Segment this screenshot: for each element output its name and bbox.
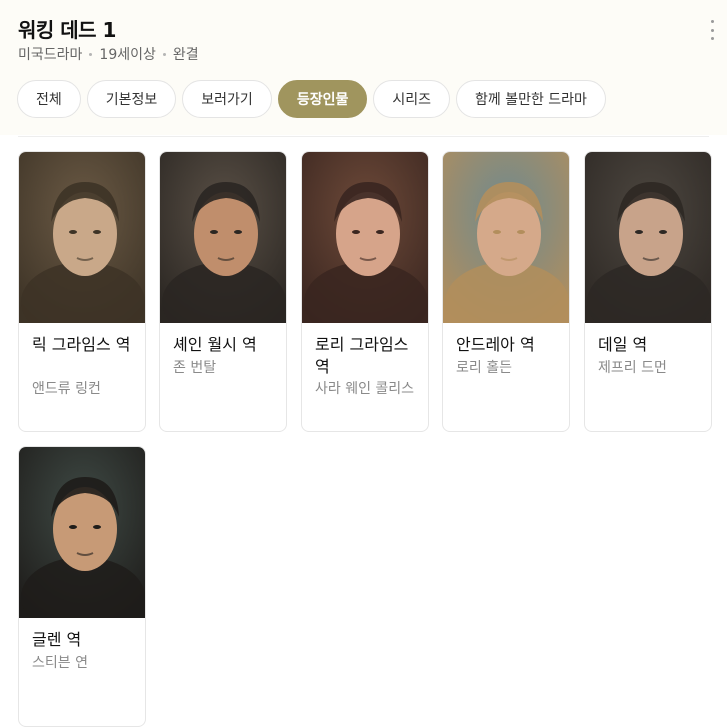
cast-photo — [443, 152, 569, 323]
cast-photo — [19, 152, 145, 323]
tab-related-dramas[interactable]: 함께 볼만한 드라마 — [456, 80, 606, 118]
meta-separator — [89, 52, 93, 56]
cast-photo — [160, 152, 286, 323]
cast-card[interactable]: 릭 그라임스 역 앤드류 링컨 — [18, 151, 146, 432]
meta-status: 완결 — [172, 47, 199, 63]
more-options-icon[interactable] — [709, 20, 715, 40]
cast-photo — [19, 447, 145, 618]
cast-actor: 로리 홀든 — [456, 360, 512, 376]
divider — [18, 136, 709, 137]
tab-all[interactable]: 전체 — [17, 80, 81, 118]
cast-actor: 사라 웨인 콜리스 — [315, 381, 415, 397]
tab-series[interactable]: 시리즈 — [373, 80, 450, 118]
meta-separator — [162, 52, 166, 56]
cast-card[interactable]: 로리 그라임스 역 사라 웨인 콜리스 — [301, 151, 429, 432]
cast-role: 릭 그라임스 역 — [32, 335, 131, 354]
tab-basic-info[interactable]: 기본정보 — [86, 80, 177, 118]
cast-card[interactable]: 셰인 월시 역 존 번탈 — [159, 151, 287, 432]
cast-actor: 제프리 드먼 — [598, 360, 667, 376]
cast-card[interactable]: 안드레아 역 로리 홀든 — [442, 151, 570, 432]
drama-header: 워킹 데드 1 미국드라마 19세이상 완결 전체 기본정보 보러가기 등장인물… — [0, 0, 727, 135]
cast-role: 셰인 월시 역 — [173, 335, 257, 354]
cast-role: 데일 역 — [598, 335, 648, 354]
cast-photo — [302, 152, 428, 323]
tab-watch[interactable]: 보러가기 — [182, 80, 272, 118]
tab-cast[interactable]: 등장인물 — [277, 80, 368, 118]
page-title: 워킹 데드 1 — [18, 18, 116, 42]
drama-meta: 미국드라마 19세이상 완결 — [18, 44, 199, 64]
cast-photo — [585, 152, 711, 323]
meta-genre: 미국드라마 — [18, 47, 83, 63]
cast-role: 안드레아 역 — [456, 335, 535, 354]
cast-role: 로리 그라임스 역 — [315, 335, 409, 376]
cast-actor: 앤드류 링컨 — [32, 381, 101, 397]
cast-actor: 존 번탈 — [173, 360, 217, 376]
meta-rating: 19세이상 — [99, 47, 156, 63]
cast-actor: 스티븐 연 — [32, 655, 88, 671]
cast-role: 글렌 역 — [32, 630, 82, 649]
tab-bar: 전체 기본정보 보러가기 등장인물 시리즈 함께 볼만한 드라마 — [17, 80, 606, 118]
cast-card[interactable]: 데일 역 제프리 드먼 — [584, 151, 712, 432]
cast-card[interactable]: 글렌 역 스티븐 연 — [18, 446, 146, 727]
